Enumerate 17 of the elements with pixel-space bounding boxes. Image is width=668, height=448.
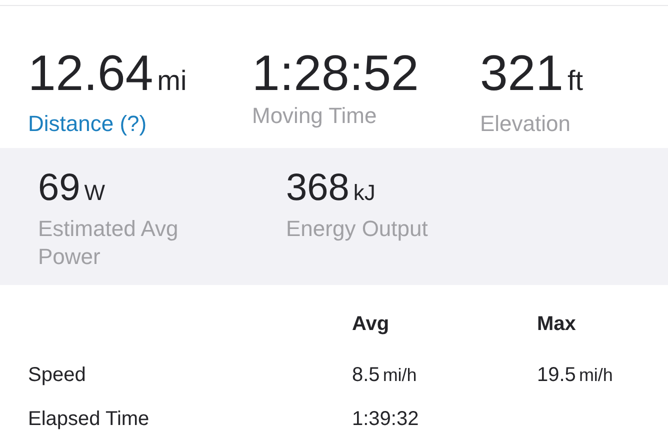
power-value: 368 kJ	[286, 166, 376, 211]
power-value: 69 W	[38, 166, 106, 211]
stat-label: Moving Time	[252, 102, 377, 130]
power-label: Estimated Avg Power	[38, 215, 180, 271]
row-label: Speed	[28, 363, 86, 388]
stat-value: 12.64 mi	[28, 44, 188, 103]
stat-value: 321 ft	[480, 44, 584, 103]
table-cell-text: 19.5 mi/h	[537, 363, 613, 388]
stat-label-link[interactable]: Distance (?)	[28, 110, 147, 138]
table-cell-text: 8.5 mi/h	[352, 363, 417, 388]
stat-label: Elevation	[480, 110, 571, 138]
column-header: Avg	[352, 312, 390, 337]
row-label: Elapsed Time	[28, 407, 150, 432]
power-label: Energy Output	[286, 215, 428, 243]
table-cell-text: 1:39:32	[352, 407, 419, 432]
stat-value: 1:28:52	[252, 44, 420, 102]
column-header: Max	[537, 312, 576, 337]
